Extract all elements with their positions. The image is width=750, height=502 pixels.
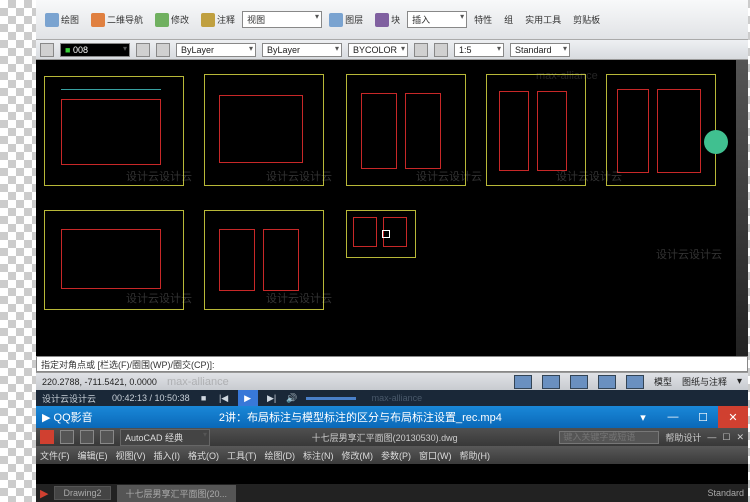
- menu-draw[interactable]: 绘图(D): [265, 449, 296, 462]
- menu-help[interactable]: 帮助(H): [460, 449, 491, 462]
- grid-toggle[interactable]: [542, 375, 560, 389]
- ribbon-nav2d[interactable]: 二维导航: [86, 10, 148, 30]
- linetype-dropdown[interactable]: ByLayer: [176, 43, 256, 57]
- volume-button[interactable]: 🔊: [286, 392, 298, 404]
- menu-insert[interactable]: 插入(I): [154, 449, 181, 462]
- toolbar-icon-2[interactable]: [156, 43, 170, 57]
- help-search-input[interactable]: [559, 431, 659, 444]
- scale-dropdown[interactable]: 1:5: [454, 43, 504, 57]
- player-watermark-2: max-alliance: [372, 393, 423, 403]
- tab-start-icon[interactable]: ▶: [40, 487, 48, 500]
- ribbon-insert-dropdown[interactable]: 插入: [407, 11, 467, 28]
- menu-file[interactable]: 文件(F): [40, 449, 70, 462]
- drawing-canvas[interactable]: 设计云设计云 设计云设计云 设计云设计云 设计云设计云 设计云设计云 设计云设计…: [36, 60, 748, 356]
- menu-tools[interactable]: 工具(T): [227, 449, 257, 462]
- layer-dropdown[interactable]: ■ 008: [60, 43, 130, 57]
- minimize-button[interactable]: —: [658, 406, 688, 428]
- close-button[interactable]: ✕: [718, 406, 748, 428]
- second-minimize[interactable]: —: [707, 432, 716, 442]
- next-button[interactable]: ▶|: [266, 392, 278, 404]
- toolbar-icon-4[interactable]: [434, 43, 448, 57]
- maximize-button[interactable]: ☐: [688, 406, 718, 428]
- menu-button[interactable]: ▾: [628, 406, 658, 428]
- command-history: 指定对角点或 [栏选(F)/圈围(WP)/圈交(CP)]:: [41, 358, 214, 371]
- layer-icon[interactable]: [40, 43, 54, 57]
- model-space-label[interactable]: 模型: [654, 375, 672, 388]
- qq-app-name: QQ影音: [54, 409, 93, 425]
- qq-app-icon: ▶: [42, 411, 50, 424]
- ribbon-annotate[interactable]: 注释: [196, 10, 240, 30]
- osnap-toggle[interactable]: [626, 375, 644, 389]
- second-close[interactable]: ✕: [736, 432, 744, 443]
- ribbon-util[interactable]: 实用工具: [520, 10, 566, 29]
- second-filename: 十七层男享汇平面图(20130530).dwg: [216, 431, 553, 444]
- qq-titlebar: ▶ QQ影音 2讲：布局标注与模型标注的区分与布局标注设置_rec.mp4 ▾ …: [36, 406, 748, 428]
- ribbon-draw[interactable]: 绘图: [40, 10, 84, 30]
- menu-dimension[interactable]: 标注(N): [303, 449, 334, 462]
- doc-tab-2[interactable]: 十七层男享汇平面图(20...: [117, 485, 237, 502]
- polar-toggle[interactable]: [598, 375, 616, 389]
- watermark-alliance: max-alliance: [167, 376, 229, 388]
- ribbon-block[interactable]: 块: [370, 10, 405, 30]
- player-watermark: 设计云设计云: [42, 392, 96, 405]
- ribbon-layer[interactable]: 图层: [324, 10, 368, 30]
- command-line[interactable]: 指定对角点或 [栏选(F)/圈围(WP)/圈交(CP)]:: [36, 356, 748, 372]
- ortho-toggle[interactable]: [570, 375, 588, 389]
- play-button[interactable]: ▶: [238, 390, 258, 406]
- anno-scale-label[interactable]: 图纸与注释: [682, 375, 727, 388]
- ribbon-props[interactable]: 特性: [469, 10, 497, 29]
- toolbar-icon-1[interactable]: [136, 43, 150, 57]
- menu-window[interactable]: 窗口(W): [419, 449, 452, 462]
- toolbar-icon-3[interactable]: [414, 43, 428, 57]
- ribbon-group[interactable]: 组: [499, 10, 518, 29]
- second-doc-tabs: ▶ Drawing2 十七层男享汇平面图(20... Standard: [36, 484, 748, 502]
- ribbon-clip[interactable]: 剪贴板: [568, 10, 605, 29]
- snap-toggle[interactable]: [514, 375, 532, 389]
- view-cube[interactable]: [704, 130, 728, 154]
- volume-slider[interactable]: [306, 397, 356, 400]
- workspace-dropdown[interactable]: AutoCAD 经典: [120, 429, 210, 446]
- ribbon-modify[interactable]: 修改: [150, 10, 194, 30]
- ribbon-toolbar: 绘图 二维导航 修改 注释 视图 图层 块 插入 特性 组 实用工具 剪贴板: [36, 0, 748, 40]
- style-dropdown[interactable]: Standard: [510, 43, 570, 57]
- doc-tab-1[interactable]: Drawing2: [54, 486, 110, 500]
- color-dropdown[interactable]: BYCOLOR: [348, 43, 408, 57]
- player-bar: 设计云设计云 00:42:13 / 10:50:38 ■ |◀ ▶ ▶| 🔊 m…: [36, 390, 748, 406]
- autocad-app-icon[interactable]: [40, 430, 54, 444]
- menu-param[interactable]: 参数(P): [381, 449, 411, 462]
- ribbon-view-dropdown[interactable]: 视图: [242, 11, 322, 28]
- coords-readout: 220.2788, -711.5421, 0.0000: [42, 377, 157, 387]
- second-cad-window: AutoCAD 经典 十七层男享汇平面图(20130530).dwg 帮助设计 …: [36, 428, 748, 502]
- stop-button[interactable]: ■: [198, 392, 210, 404]
- menu-format[interactable]: 格式(O): [188, 449, 219, 462]
- second-maximize[interactable]: ☐: [722, 432, 730, 443]
- status-bar: 220.2788, -711.5421, 0.0000 max-alliance…: [36, 372, 748, 390]
- qat-save-icon[interactable]: [100, 430, 114, 444]
- crosshair-cursor: [382, 230, 390, 238]
- menu-edit[interactable]: 编辑(E): [78, 449, 108, 462]
- qat-new-icon[interactable]: [60, 430, 74, 444]
- help-label[interactable]: 帮助设计: [665, 431, 701, 444]
- properties-toolbar: ■ 008 ByLayer ByLayer BYCOLOR 1:5 Standa…: [36, 40, 748, 60]
- menu-modify[interactable]: 修改(M): [342, 449, 374, 462]
- watermark: 设计云设计云: [656, 246, 722, 262]
- second-status-style: Standard: [707, 488, 744, 498]
- video-title: 2讲：布局标注与模型标注的区分与布局标注设置_rec.mp4: [219, 409, 502, 425]
- menu-view[interactable]: 视图(V): [116, 449, 146, 462]
- prev-button[interactable]: |◀: [218, 392, 230, 404]
- qat-open-icon[interactable]: [80, 430, 94, 444]
- lineweight-dropdown[interactable]: ByLayer: [262, 43, 342, 57]
- time-readout: 00:42:13 / 10:50:38: [112, 393, 190, 403]
- second-menubar: 文件(F) 编辑(E) 视图(V) 插入(I) 格式(O) 工具(T) 绘图(D…: [36, 446, 748, 464]
